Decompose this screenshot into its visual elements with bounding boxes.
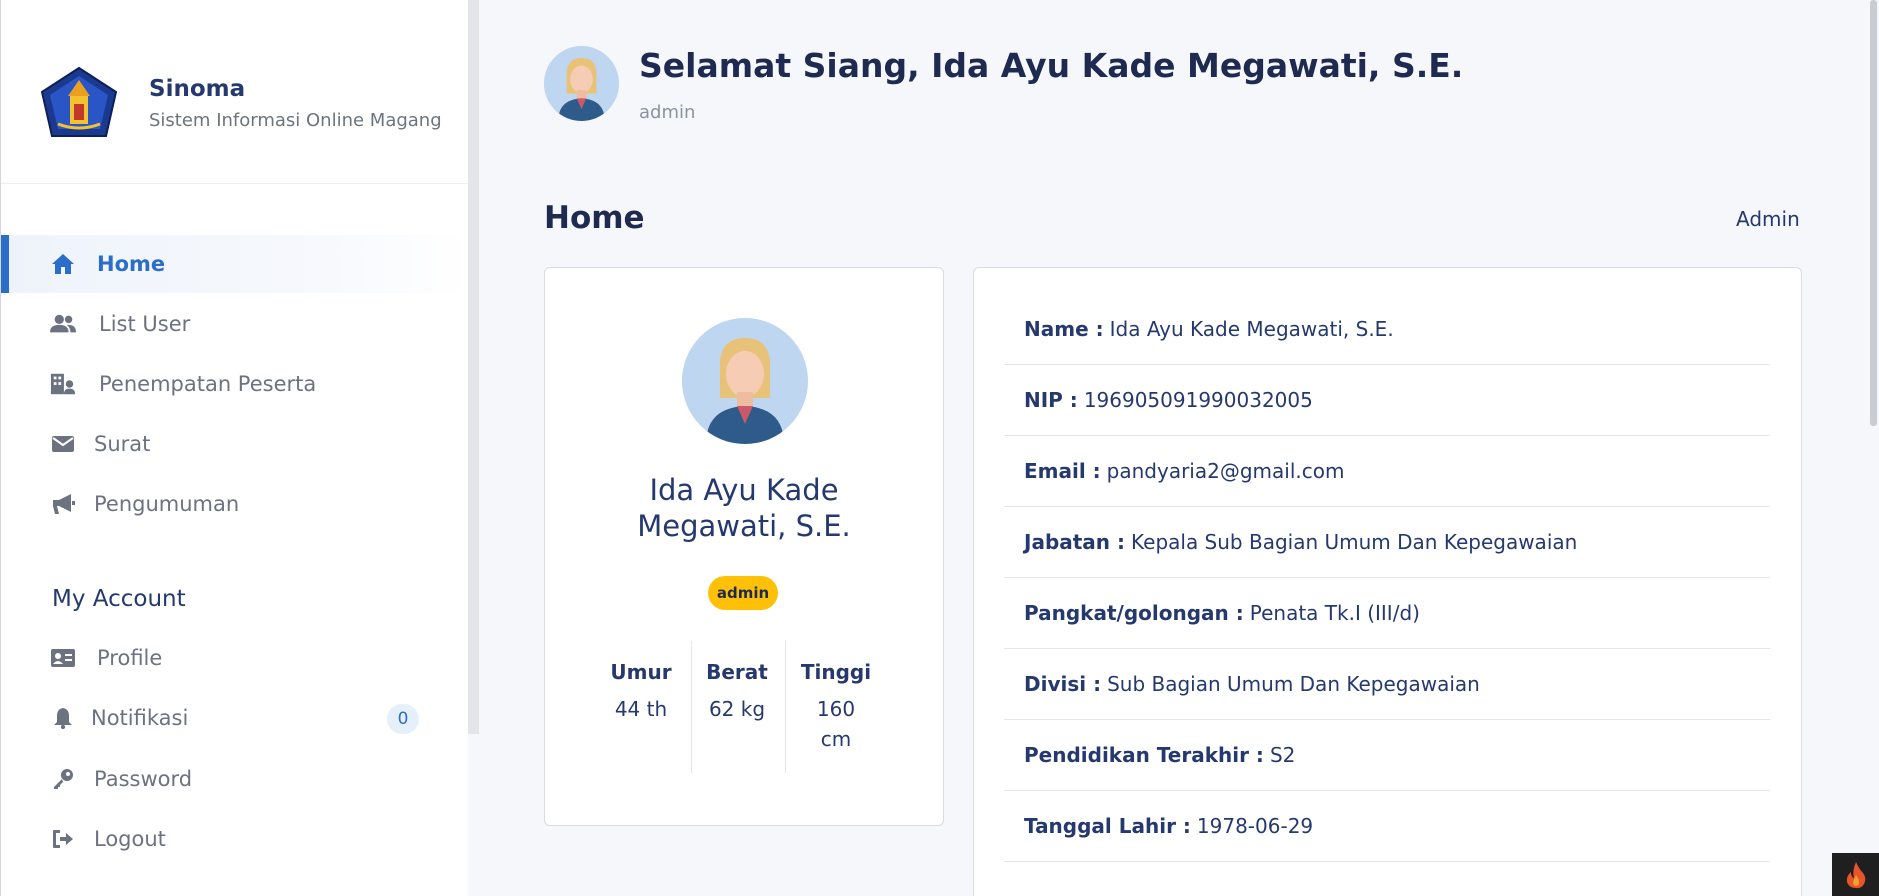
stat-label: Berat — [706, 660, 768, 684]
megaphone-icon — [50, 491, 76, 517]
detail-row-pangkat: Pangkat/golongan : Penata Tk.I (III/d) — [1004, 578, 1770, 649]
header-avatar — [544, 46, 619, 121]
detail-value: Sub Bagian Umum Dan Kepegawaian — [1107, 672, 1480, 696]
detail-key: Jabatan : — [1024, 530, 1126, 554]
sidebar-item-surat[interactable]: Surat — [1, 415, 469, 473]
detail-key: Pangkat/golongan : — [1024, 601, 1244, 625]
sidebar-scrollbar[interactable] — [468, 0, 479, 734]
sidebar-item-list-user[interactable]: List User — [1, 295, 469, 353]
stat-label: Tinggi — [800, 660, 872, 684]
detail-value: S2 — [1269, 743, 1296, 767]
sidebar-item-profile[interactable]: Profile — [1, 629, 469, 687]
sidebar-item-label: Logout — [94, 827, 166, 851]
key-icon — [50, 766, 76, 792]
detail-key: Email : — [1024, 459, 1101, 483]
sidebar-item-label: List User — [99, 312, 191, 336]
sidebar-item-label: Profile — [97, 646, 163, 670]
detail-value: 196905091990032005 — [1083, 388, 1313, 412]
detail-row-jabatan: Jabatan : Kepala Sub Bagian Umum Dan Kep… — [1004, 507, 1770, 578]
stat-berat: Berat 62 kg — [690, 638, 784, 724]
detail-key: Tanggal Lahir : — [1024, 814, 1191, 838]
bali-province-logo-icon[interactable] — [40, 66, 118, 139]
greeting-title: Selamat Siang, Ida Ayu Kade Megawati, S.… — [639, 46, 1464, 85]
sidebar-item-label: Home — [97, 252, 166, 276]
id-card-icon — [50, 645, 76, 671]
breadcrumb[interactable]: Admin — [1736, 207, 1800, 231]
sidebar-item-label: Password — [94, 767, 193, 791]
detail-row-email: Email : pandyaria2@gmail.com — [1004, 436, 1770, 507]
brand: Sinoma Sistem Informasi Online Magang — [1, 0, 469, 184]
profile-name: Ida Ayu Kade Megawati, S.E. — [545, 472, 943, 544]
sidebar-item-label: Notifikasi — [91, 706, 189, 730]
role-badge: admin — [708, 576, 778, 610]
detail-key: Pendidikan Terakhir : — [1024, 743, 1264, 767]
profile-card: Ida Ayu Kade Megawati, S.E. admin Umur 4… — [544, 267, 944, 826]
sidebar-item-label: Pengumuman — [94, 492, 240, 516]
detail-key: NIP : — [1024, 388, 1078, 412]
sidebar: Sinoma Sistem Informasi Online Magang Ho… — [0, 0, 469, 896]
detail-row-nip: NIP : 196905091990032005 — [1004, 365, 1770, 436]
stat-tinggi: Tinggi 160 cm — [789, 638, 883, 754]
details-card: Name : Ida Ayu Kade Megawati, S.E. NIP :… — [973, 267, 1802, 896]
my-account-title: My Account — [52, 586, 186, 612]
detail-row-name: Name : Ida Ayu Kade Megawati, S.E. — [1004, 294, 1770, 365]
brand-name: Sinoma — [149, 76, 246, 102]
detail-key: Name : — [1024, 317, 1104, 341]
sidebar-scroll-gap — [468, 734, 479, 896]
detail-value: Penata Tk.I (III/d) — [1249, 601, 1420, 625]
sidebar-item-penempatan-peserta[interactable]: Penempatan Peserta — [1, 355, 469, 413]
detail-row-pendidikan: Pendidikan Terakhir : S2 — [1004, 720, 1770, 791]
building-user-icon — [50, 371, 76, 397]
page-title: Home — [544, 200, 645, 236]
users-icon — [50, 311, 76, 337]
home-icon — [50, 251, 76, 277]
sidebar-item-password[interactable]: Password — [1, 750, 469, 808]
stat-value: 160 cm — [816, 697, 856, 751]
user-role: admin — [639, 102, 696, 123]
profile-name-text: Ida Ayu Kade Megawati, S.E. — [637, 473, 851, 543]
flame-icon[interactable] — [1832, 853, 1879, 896]
logout-icon — [50, 826, 76, 852]
notification-count-badge: 0 — [387, 704, 419, 734]
detail-value: Ida Ayu Kade Megawati, S.E. — [1109, 317, 1394, 341]
sidebar-item-label: Surat — [94, 432, 151, 456]
profile-avatar — [682, 318, 808, 444]
detail-key: Divisi : — [1024, 672, 1102, 696]
brand-subtitle: Sistem Informasi Online Magang — [149, 110, 442, 131]
detail-value: pandyaria2@gmail.com — [1106, 459, 1345, 483]
stat-label: Umur — [610, 660, 672, 684]
page-scrollbar-thumb[interactable] — [1870, 0, 1877, 426]
stat-value: 44 th — [614, 697, 668, 721]
sidebar-item-pengumuman[interactable]: Pengumuman — [1, 475, 469, 533]
stat-umur: Umur 44 th — [594, 638, 688, 724]
stat-divider — [785, 641, 786, 773]
detail-row-divisi: Divisi : Sub Bagian Umum Dan Kepegawaian — [1004, 649, 1770, 720]
envelope-icon — [50, 431, 76, 457]
detail-value: Kepala Sub Bagian Umum Dan Kepegawaian — [1131, 530, 1578, 554]
sidebar-item-logout[interactable]: Logout — [1, 810, 469, 868]
sidebar-item-home[interactable]: Home — [1, 235, 469, 293]
detail-row-tanggal-lahir: Tanggal Lahir : 1978-06-29 — [1004, 791, 1770, 862]
detail-value: 1978-06-29 — [1196, 814, 1314, 838]
bell-icon — [50, 705, 76, 731]
stat-value: 62 kg — [708, 697, 766, 721]
sidebar-item-label: Penempatan Peserta — [99, 372, 317, 396]
